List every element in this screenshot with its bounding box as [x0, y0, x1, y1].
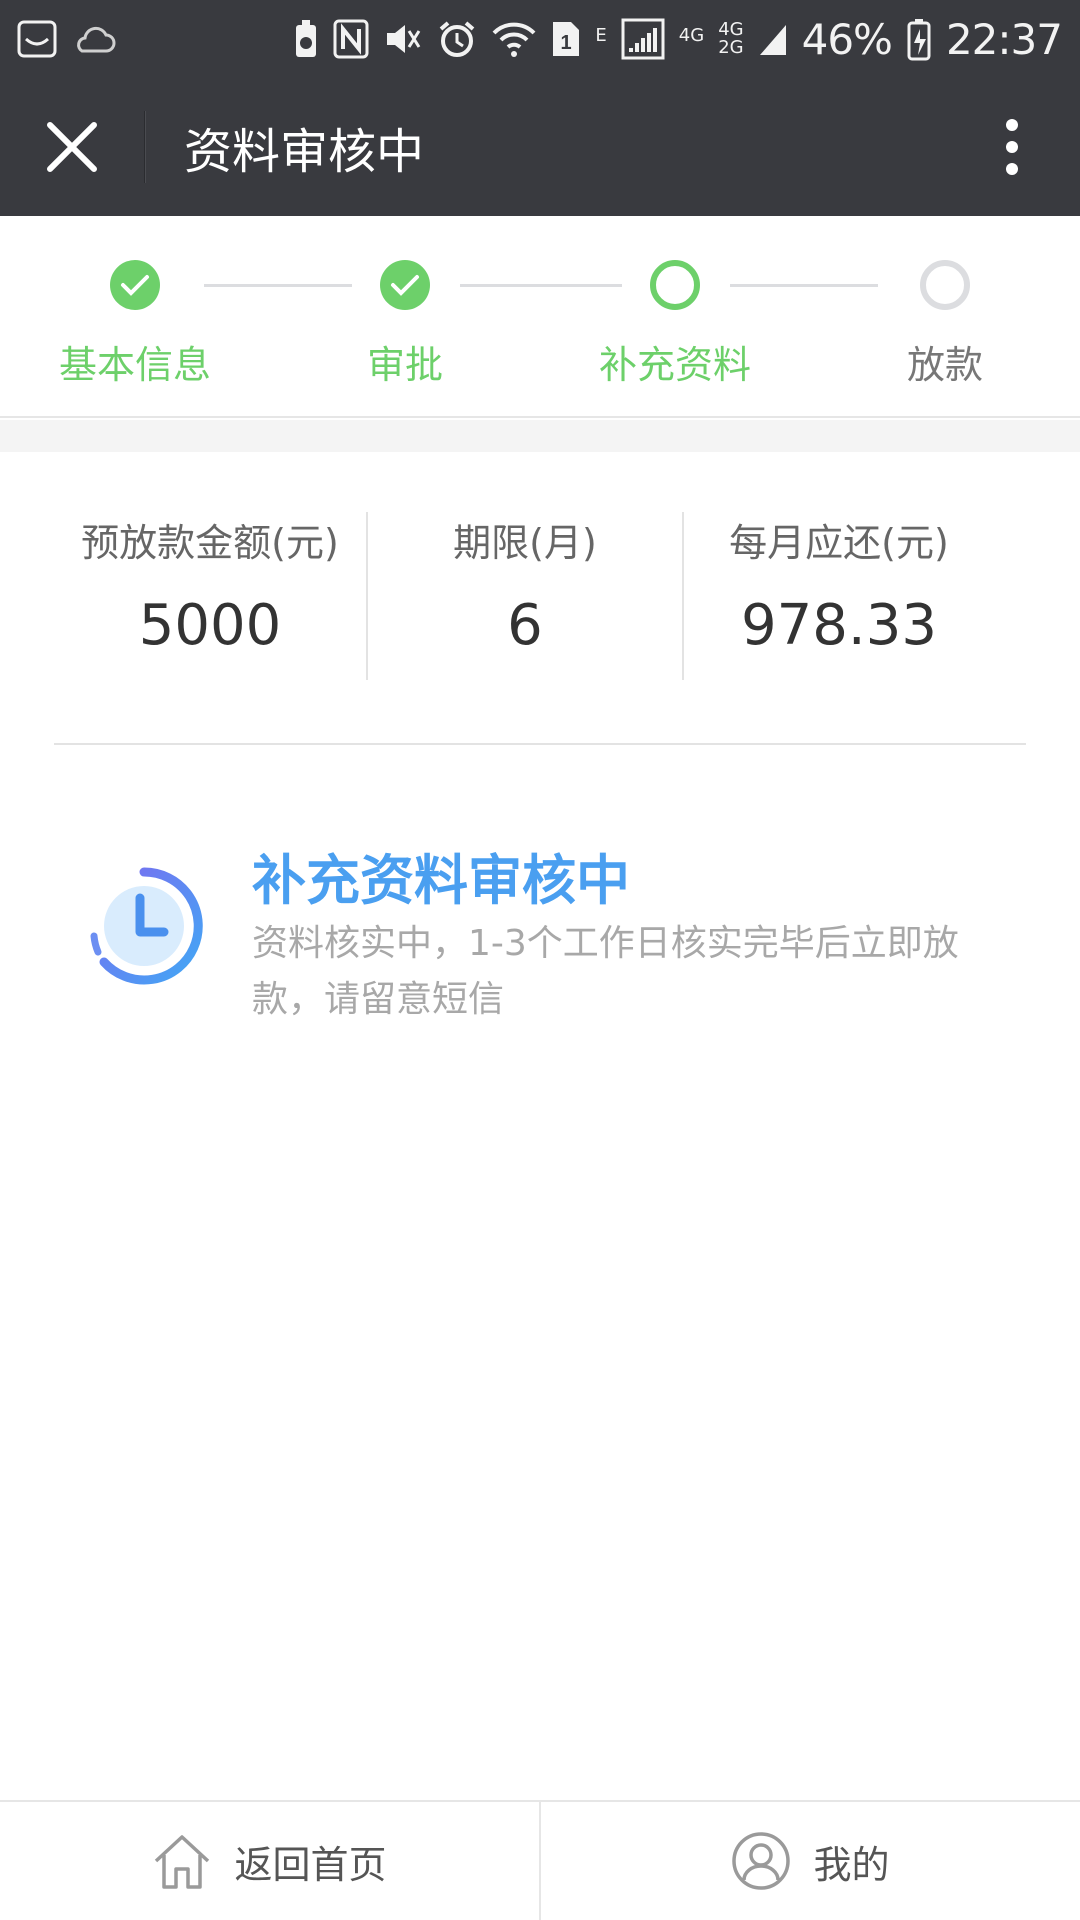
status-title: 补充资料审核中	[252, 849, 630, 912]
title-divider	[144, 111, 146, 183]
progress-steps: 基本信息 审批 补充资料 放款	[0, 216, 1080, 418]
step-pending-icon	[920, 260, 970, 310]
review-status: 补充资料审核中 资料核实中，1-3个工作日核实完毕后立即放款，请留意短信	[0, 780, 1080, 1040]
summary-amount: 预放款金额(元) 5000	[60, 512, 360, 682]
summary-value: 6	[507, 593, 543, 658]
clock-time: 22:37	[945, 14, 1063, 64]
close-icon	[47, 122, 97, 172]
recycle-battery-icon	[293, 19, 319, 59]
bottom-nav: 返回首页 我的	[0, 1800, 1080, 1920]
step-label: 放款	[906, 343, 983, 387]
summary-value: 5000	[138, 593, 282, 658]
mine-nav-label: 我的	[813, 1842, 890, 1887]
network-small-bottom: 2G	[718, 37, 744, 58]
user-icon	[732, 1832, 791, 1890]
home-nav-label: 返回首页	[234, 1842, 387, 1887]
status-bar-right: 1 E 4G 4G 2G 46% 22:37	[293, 14, 1063, 64]
section-gap	[0, 420, 1080, 452]
step-approval: 审批	[295, 260, 515, 389]
sim-label: 1	[561, 32, 572, 54]
step-check-icon	[380, 260, 430, 310]
summary-value: 978.33	[741, 593, 937, 658]
summary-monthly: 每月应还(元) 978.33	[684, 512, 994, 682]
step-supplement: 补充资料	[565, 260, 785, 389]
status-bar-left	[16, 19, 116, 59]
network-dual-label: 4G 2G	[718, 21, 743, 57]
signal-icon	[621, 18, 665, 60]
home-nav-button[interactable]: 返回首页	[0, 1802, 539, 1920]
sim-card-icon: 1	[551, 20, 581, 58]
summary-label: 期限(月)	[453, 521, 597, 565]
title-bar: 资料审核中	[0, 78, 1080, 216]
clock-icon	[90, 867, 203, 985]
step-label: 补充资料	[598, 343, 751, 387]
wifi-icon	[491, 19, 537, 59]
more-options-button[interactable]	[972, 78, 1052, 216]
summary-label: 每月应还(元)	[729, 521, 949, 565]
nfc-icon	[333, 19, 369, 59]
section-divider	[54, 743, 1026, 745]
step-disbursement: 放款	[835, 260, 1055, 389]
mine-nav-button[interactable]: 我的	[539, 1802, 1080, 1920]
step-check-icon	[110, 260, 160, 310]
loan-summary: 预放款金额(元) 5000 期限(月) 6 每月应还(元) 978.33	[0, 452, 1080, 744]
more-vertical-icon	[1006, 119, 1018, 175]
mute-icon	[383, 19, 423, 59]
home-icon	[155, 1835, 210, 1889]
summary-term: 期限(月) 6	[368, 512, 682, 682]
inbox-icon	[16, 19, 58, 59]
close-button[interactable]	[0, 78, 144, 216]
page-title: 资料审核中	[184, 124, 425, 180]
step-label: 基本信息	[58, 343, 211, 387]
step-label: 审批	[366, 343, 443, 387]
alarm-icon	[437, 19, 477, 59]
battery-percent: 46%	[801, 14, 893, 64]
status-bar: 1 E 4G 4G 2G 46% 22:37	[0, 0, 1080, 78]
weather-cloud-icon	[72, 21, 116, 57]
signal-secondary-icon	[758, 21, 788, 57]
step-current-icon	[650, 260, 700, 310]
step-basic-info: 基本信息	[25, 260, 245, 389]
summary-label: 预放款金额(元)	[81, 521, 339, 565]
network-e-label: E	[595, 24, 607, 46]
status-description: 资料核实中，1-3个工作日核实完毕后立即放款，请留意短信	[252, 923, 959, 1020]
network-4g-label: 4G	[678, 24, 705, 46]
battery-charging-icon	[906, 17, 932, 61]
